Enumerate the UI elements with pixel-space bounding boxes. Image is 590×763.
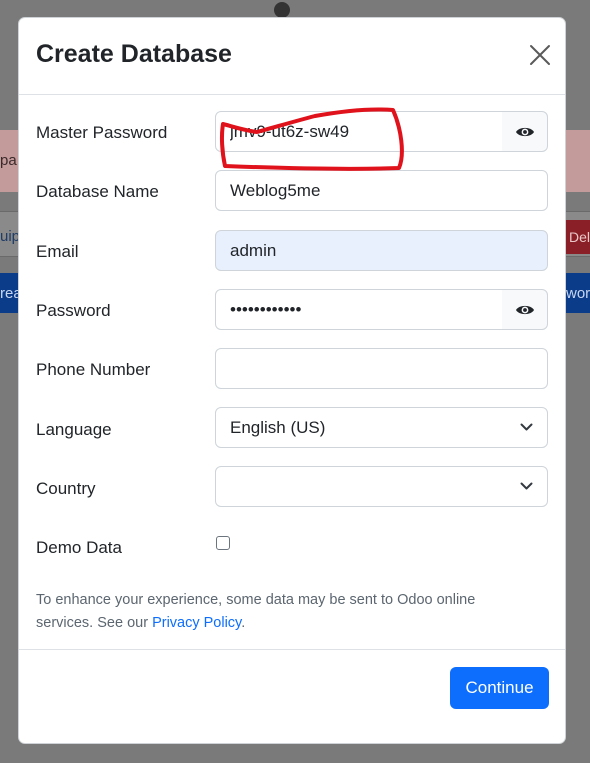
eye-icon xyxy=(515,305,534,314)
privacy-policy-link[interactable]: Privacy Policy xyxy=(152,615,241,631)
footer-divider xyxy=(19,649,565,650)
language-label: Language xyxy=(36,420,112,439)
create-database-dialog: Create Database Master Password Database… xyxy=(18,17,566,744)
demo-data-checkbox[interactable] xyxy=(216,536,230,550)
eye-icon xyxy=(515,127,534,136)
close-button[interactable] xyxy=(527,42,553,68)
phone-number-input[interactable] xyxy=(215,348,548,389)
background-knob xyxy=(274,2,290,18)
country-select[interactable] xyxy=(215,466,548,507)
master-password-input[interactable] xyxy=(215,111,503,152)
database-name-input[interactable] xyxy=(215,170,548,211)
email-input[interactable] xyxy=(215,230,548,271)
chevron-down-icon xyxy=(520,423,533,431)
language-select[interactable]: English (US) xyxy=(215,407,548,448)
master-password-toggle-button[interactable] xyxy=(502,111,548,152)
notice-end: . xyxy=(241,615,246,631)
dialog-title: Create Database xyxy=(36,40,232,68)
data-notice: To enhance your experience, some data ma… xyxy=(36,589,526,635)
close-icon xyxy=(530,45,550,65)
notice-text: To enhance your experience, some data ma… xyxy=(36,592,476,631)
background-alert-text: pa xyxy=(0,152,17,169)
background-bar-right-text: word xyxy=(566,285,590,302)
email-label: Email xyxy=(36,242,79,261)
demo-data-label: Demo Data xyxy=(36,538,122,557)
background-delete-button: Del xyxy=(566,220,590,254)
master-password-label: Master Password xyxy=(36,123,168,142)
continue-button[interactable]: Continue xyxy=(450,667,549,709)
chevron-down-icon xyxy=(520,482,533,490)
country-label: Country xyxy=(36,479,96,498)
password-input[interactable] xyxy=(215,289,503,330)
dialog-header: Create Database xyxy=(19,18,565,95)
language-selected-value: English (US) xyxy=(230,418,326,437)
database-name-label: Database Name xyxy=(36,182,159,201)
password-toggle-button[interactable] xyxy=(502,289,548,330)
phone-number-label: Phone Number xyxy=(36,360,151,379)
password-label: Password xyxy=(36,301,111,320)
